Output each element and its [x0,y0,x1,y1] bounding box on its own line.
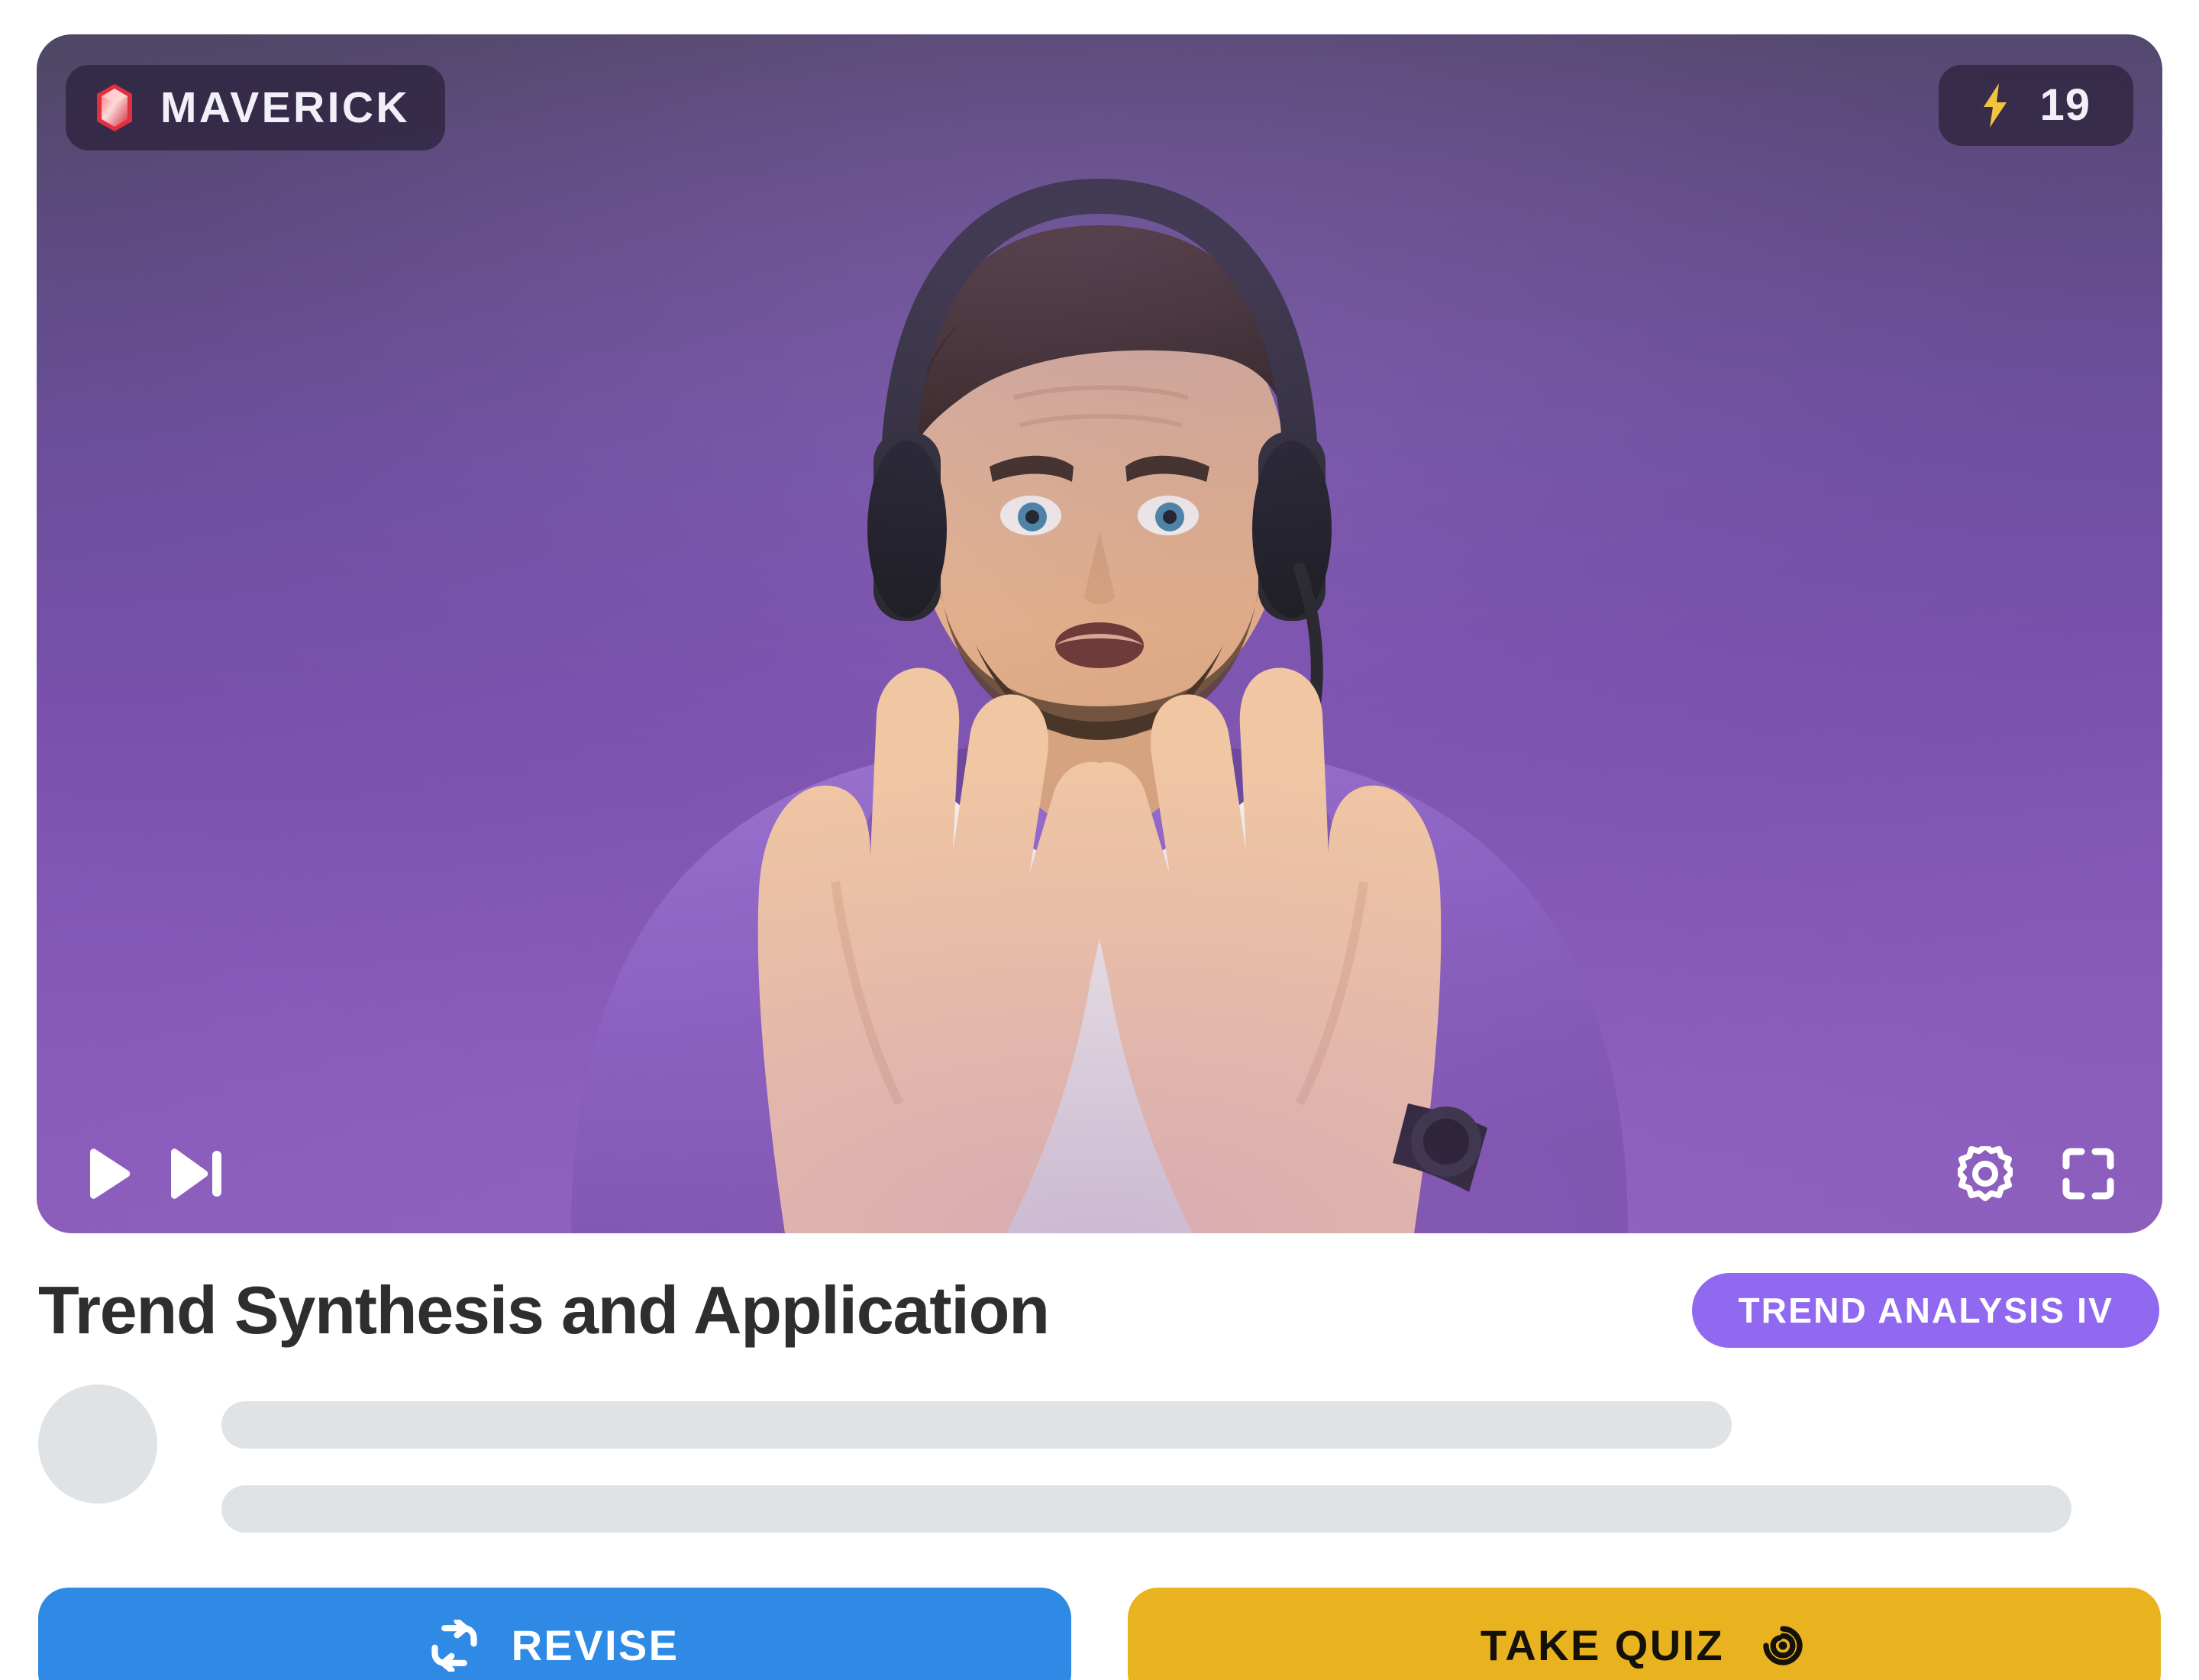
video-top-overlay: MAVERICK 19 [66,65,2133,150]
lesson-header: Trend Synthesis and Application TREND AN… [37,1273,2162,1348]
brand-badge[interactable]: MAVERICK [66,65,445,150]
take-quiz-button[interactable]: TAKE QUIZ [1128,1588,2161,1680]
gem-icon [95,83,134,132]
video-player[interactable]: MAVERICK 19 [37,34,2162,1233]
xp-value: 19 [2039,80,2091,130]
fullscreen-icon [2062,1147,2115,1200]
play-button[interactable] [84,1148,131,1200]
brand-name: MAVERICK [160,82,410,132]
repeat-icon [431,1620,478,1672]
topic-badge: TREND ANALYSIS IV [1692,1273,2159,1348]
action-bar: REVISE TAKE QUIZ [37,1588,2162,1680]
take-quiz-button-label: TAKE QUIZ [1480,1621,1725,1669]
settings-button[interactable] [1958,1146,2013,1201]
page-title: Trend Synthesis and Application [38,1271,1050,1348]
fullscreen-button[interactable] [2062,1147,2115,1200]
text-placeholder-lines [221,1384,2162,1533]
playback-controls [84,1148,223,1200]
skeleton-line [221,1485,2071,1533]
lightning-bolt-icon [1977,82,2012,129]
player-settings-controls [1958,1146,2115,1201]
gear-icon [1958,1146,2013,1201]
revise-button[interactable]: REVISE [38,1588,1071,1680]
xp-badge[interactable]: 19 [1939,65,2133,146]
skip-next-button[interactable] [166,1148,223,1200]
target-spiral-icon [1758,1620,1808,1671]
avatar-placeholder [38,1384,157,1504]
description-skeleton [37,1384,2162,1533]
play-icon [84,1148,131,1200]
revise-button-label: REVISE [511,1621,680,1669]
presenter-illustration [37,34,2162,1233]
skeleton-line [221,1401,1732,1449]
skip-next-icon [166,1148,223,1200]
video-controls-bar [84,1146,2115,1201]
lesson-card: MAVERICK 19 Trend Synthesis and Applicat… [0,0,2199,1680]
